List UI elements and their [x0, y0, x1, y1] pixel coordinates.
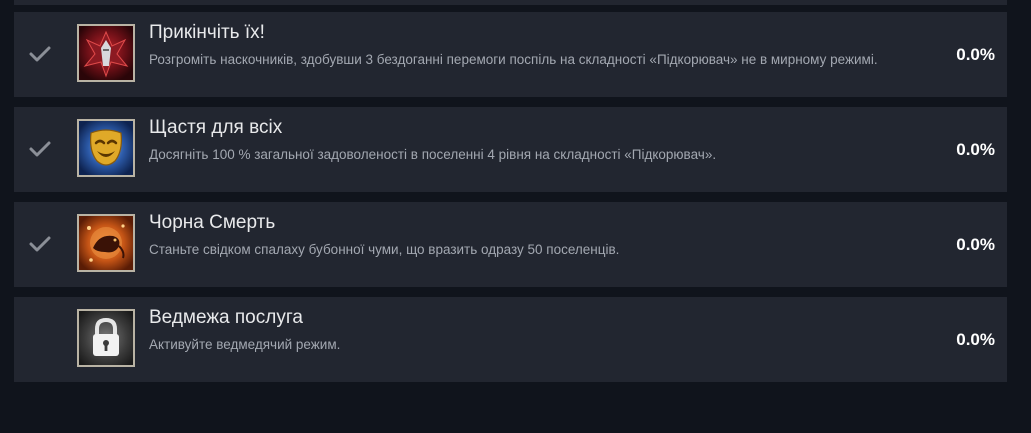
plague-rat-icon	[77, 214, 135, 272]
achievement-description: Досягніть 100 % загальної задоволеності …	[149, 147, 717, 162]
achievement-title: Чорна Смерть	[149, 212, 276, 233]
unlock-percentage: 0.0%	[956, 330, 995, 349]
crimson-warrior-icon	[77, 24, 135, 82]
checkmark-icon	[29, 46, 51, 62]
achievement-description: Розгроміть наскочників, здобувши 3 бездо…	[149, 52, 878, 67]
achievement-description: Станьте свідком спалаху бубонної чуми, щ…	[149, 242, 620, 257]
golden-mask-icon	[77, 119, 135, 177]
achievement-title: Ведмежа послуга	[149, 307, 303, 328]
unlock-percentage: 0.0%	[956, 140, 995, 159]
achievement-list: Прикінчіть їх! Розгроміть наскочників, з…	[14, 12, 1007, 392]
achievement-description: Активуйте ведмедячий режим.	[149, 337, 341, 352]
achievement-title: Щастя для всіх	[149, 117, 283, 138]
achievement-row[interactable]: Чорна Смерть Станьте свідком спалаху буб…	[14, 202, 1007, 287]
padlock-icon	[77, 309, 135, 367]
checkmark-icon	[29, 141, 51, 157]
achievement-row[interactable]: Прикінчіть їх! Розгроміть наскочників, з…	[14, 12, 1007, 97]
achievement-row[interactable]: Щастя для всіх Досягніть 100 % загальної…	[14, 107, 1007, 192]
unlock-percentage: 0.0%	[956, 45, 995, 64]
unlock-percentage: 0.0%	[956, 235, 995, 254]
previous-row-edge	[14, 0, 1007, 5]
checkmark-icon	[29, 236, 51, 252]
achievement-title: Прикінчіть їх!	[149, 22, 265, 43]
achievement-row[interactable]: Ведмежа послуга Активуйте ведмедячий реж…	[14, 297, 1007, 382]
